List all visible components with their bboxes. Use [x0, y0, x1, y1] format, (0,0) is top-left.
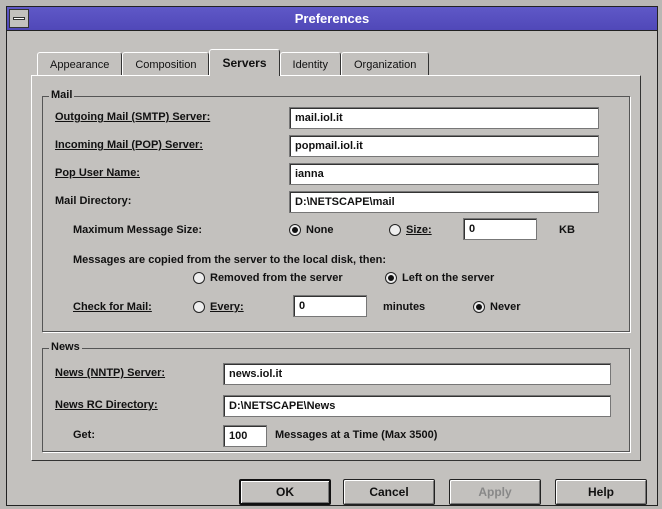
- left-on-server-label: Left on the server: [402, 272, 495, 284]
- title-bar[interactable]: Preferences: [7, 7, 657, 31]
- news-rc-input[interactable]: D:\NETSCAPE\News: [223, 395, 611, 417]
- mail-group: Mail Outgoing Mail (SMTP) Server: mail.i…: [42, 89, 630, 332]
- radio-unselected-icon: [193, 301, 205, 313]
- preferences-window: Preferences Appearance Composition Serve…: [6, 6, 658, 506]
- copied-label: Messages are copied from the server to t…: [73, 254, 386, 266]
- check-mail-label: Check for Mail:: [73, 301, 152, 313]
- servers-panel: Mail Outgoing Mail (SMTP) Server: mail.i…: [31, 75, 641, 461]
- tab-composition[interactable]: Composition: [122, 52, 210, 76]
- pop-user-input[interactable]: ianna: [289, 163, 599, 185]
- removed-from-server-label: Removed from the server: [210, 272, 343, 284]
- tab-identity[interactable]: Identity: [279, 52, 341, 76]
- removed-from-server-radio[interactable]: Removed from the server: [193, 272, 343, 284]
- apply-button[interactable]: Apply: [449, 479, 541, 505]
- mail-legend: Mail: [49, 89, 75, 101]
- max-size-none-radio[interactable]: None: [289, 224, 334, 236]
- minutes-label: minutes: [383, 301, 426, 313]
- max-size-size-label: Size:: [406, 224, 432, 236]
- radio-selected-icon: [385, 272, 397, 284]
- max-size-input[interactable]: 0: [463, 218, 537, 240]
- check-every-input[interactable]: 0: [293, 295, 367, 317]
- system-menu-icon[interactable]: [9, 9, 29, 28]
- get-suffix-label: Messages at a Time (Max 3500): [275, 429, 438, 441]
- help-button[interactable]: Help: [555, 479, 647, 505]
- mail-directory-input[interactable]: D:\NETSCAPE\mail: [289, 191, 599, 213]
- smtp-label: Outgoing Mail (SMTP) Server:: [55, 111, 211, 123]
- mail-directory-label: Mail Directory:: [55, 195, 132, 207]
- smtp-server-input[interactable]: mail.iol.it: [289, 107, 599, 129]
- tab-organization[interactable]: Organization: [340, 52, 430, 76]
- get-count-input[interactable]: 100: [223, 425, 267, 447]
- pop-server-input[interactable]: popmail.iol.it: [289, 135, 599, 157]
- radio-unselected-icon: [389, 224, 401, 236]
- max-size-none-label: None: [306, 224, 334, 236]
- max-size-label: Maximum Message Size:: [73, 224, 202, 236]
- left-on-server-radio[interactable]: Left on the server: [385, 272, 494, 284]
- news-rc-label: News RC Directory:: [55, 399, 158, 411]
- nntp-label: News (NNTP) Server:: [55, 367, 166, 379]
- news-group: News News (NNTP) Server: news.iol.it New…: [42, 341, 630, 452]
- cancel-button[interactable]: Cancel: [343, 479, 435, 505]
- check-never-radio[interactable]: Never: [473, 301, 521, 313]
- pop-label: Incoming Mail (POP) Server:: [55, 139, 203, 151]
- nntp-server-input[interactable]: news.iol.it: [223, 363, 611, 385]
- radio-selected-icon: [289, 224, 301, 236]
- kb-label: KB: [559, 224, 575, 236]
- tab-appearance[interactable]: Appearance: [37, 52, 123, 76]
- window-title: Preferences: [294, 11, 370, 26]
- radio-unselected-icon: [193, 272, 205, 284]
- news-legend: News: [49, 341, 82, 353]
- get-label: Get:: [73, 429, 95, 441]
- check-every-radio[interactable]: Every:: [193, 301, 244, 313]
- tab-servers[interactable]: Servers: [209, 49, 280, 76]
- max-size-size-radio[interactable]: Size:: [389, 224, 432, 236]
- check-every-label: Every:: [210, 301, 244, 313]
- ok-button[interactable]: OK: [239, 479, 331, 505]
- tab-strip: Appearance Composition Servers Identity …: [37, 49, 430, 76]
- pop-user-label: Pop User Name:: [55, 167, 140, 179]
- check-never-label: Never: [490, 301, 521, 313]
- radio-selected-icon: [473, 301, 485, 313]
